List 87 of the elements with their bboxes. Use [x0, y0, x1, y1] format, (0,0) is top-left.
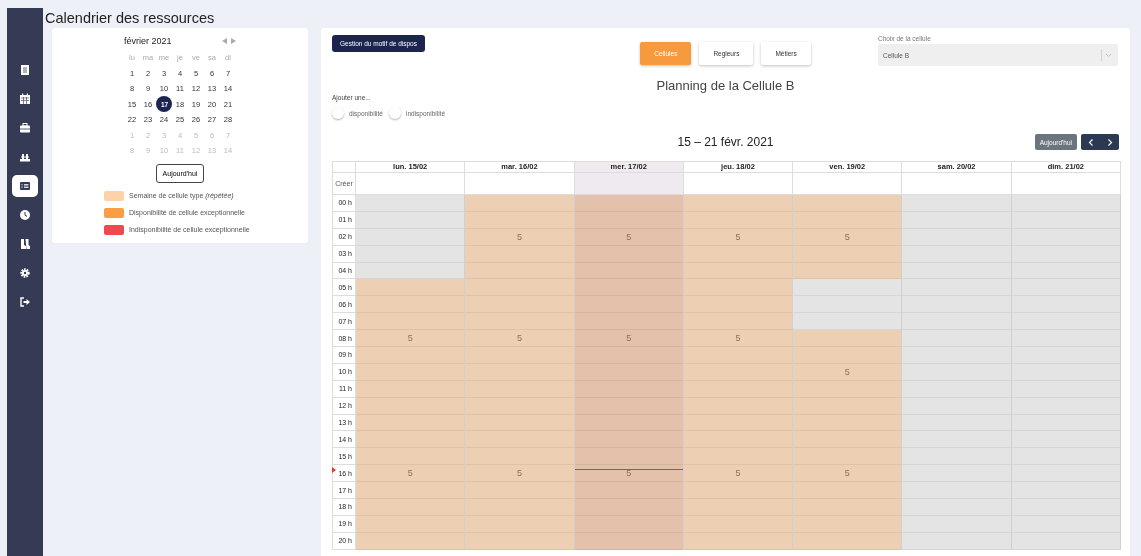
- time-slot[interactable]: [1011, 431, 1120, 449]
- time-slot[interactable]: [1011, 347, 1120, 364]
- time-slot[interactable]: [793, 448, 902, 466]
- receipt-icon: [19, 64, 31, 76]
- time-slot[interactable]: [465, 195, 574, 212]
- time-slot[interactable]: [793, 296, 902, 314]
- time-slot[interactable]: [683, 448, 793, 466]
- time-slot[interactable]: [356, 279, 465, 297]
- time-slot[interactable]: [465, 313, 574, 331]
- time-slot[interactable]: [902, 499, 1011, 516]
- list-icon: [19, 180, 31, 192]
- time-slot[interactable]: [356, 499, 465, 516]
- time-slot[interactable]: [902, 347, 1011, 364]
- sidebar-item[interactable]: [12, 175, 38, 197]
- time-slot[interactable]: [902, 279, 1011, 297]
- time-slot[interactable]: [1011, 448, 1120, 466]
- time-slot[interactable]: [356, 195, 465, 212]
- time-slot[interactable]: [356, 313, 465, 331]
- time-slot[interactable]: [465, 482, 574, 500]
- time-slot[interactable]: [683, 296, 793, 314]
- time-slot[interactable]: [1011, 195, 1120, 212]
- time-slot[interactable]: [793, 482, 902, 500]
- time-slot[interactable]: [1011, 499, 1120, 516]
- time-slot[interactable]: [793, 499, 902, 516]
- time-slot[interactable]: [683, 482, 793, 500]
- time-slot[interactable]: [683, 499, 793, 516]
- time-slot[interactable]: [574, 313, 683, 331]
- briefcase-icon: [19, 122, 31, 134]
- previous-month-icon[interactable]: [222, 38, 227, 44]
- time-slot[interactable]: [465, 431, 574, 449]
- time-slot[interactable]: [793, 195, 902, 212]
- time-slot[interactable]: [574, 499, 683, 516]
- time-slot[interactable]: [793, 330, 902, 347]
- next-month-icon[interactable]: [231, 38, 236, 44]
- chevron-down-icon: [1101, 49, 1113, 61]
- time-slot[interactable]: [683, 431, 793, 449]
- logout-icon: [19, 296, 31, 308]
- time-slot[interactable]: [1011, 313, 1120, 331]
- time-slot[interactable]: [1011, 465, 1120, 483]
- time-slot[interactable]: [356, 448, 465, 466]
- time-slot[interactable]: [574, 431, 683, 449]
- time-slot[interactable]: [902, 465, 1011, 483]
- time-slot[interactable]: [1011, 482, 1120, 500]
- chevron-left-icon: [1087, 138, 1094, 146]
- time-slot[interactable]: [465, 448, 574, 466]
- page-title: Calendrier des ressources: [45, 9, 216, 28]
- time-slot[interactable]: [356, 347, 465, 364]
- time-slot[interactable]: [793, 279, 902, 297]
- time-slot[interactable]: [574, 347, 683, 364]
- time-slot[interactable]: [574, 296, 683, 314]
- time-slot[interactable]: [1011, 330, 1120, 347]
- time-slot[interactable]: [683, 279, 793, 297]
- time-slot[interactable]: [574, 195, 683, 212]
- boots-icon: [19, 238, 31, 250]
- time-slot[interactable]: [683, 313, 793, 331]
- time-slot[interactable]: [683, 195, 793, 212]
- time-slot[interactable]: [465, 347, 574, 364]
- machine-icon: [19, 151, 31, 163]
- calendar-icon: [19, 93, 31, 105]
- date-range-title: 15 – 21 févr. 2021: [677, 135, 774, 149]
- time-slot[interactable]: [902, 448, 1011, 466]
- clock-icon: [19, 209, 31, 221]
- time-slot[interactable]: [465, 279, 574, 297]
- time-slot[interactable]: [1011, 279, 1120, 297]
- time-slot[interactable]: [793, 431, 902, 449]
- time-slot[interactable]: [793, 313, 902, 331]
- time-slot[interactable]: [902, 313, 1011, 331]
- time-slot[interactable]: [465, 499, 574, 516]
- time-slot[interactable]: [902, 330, 1011, 347]
- time-slot[interactable]: [1011, 296, 1120, 314]
- time-slot[interactable]: [574, 279, 683, 297]
- time-slot[interactable]: [356, 296, 465, 314]
- time-slot[interactable]: [356, 431, 465, 449]
- time-slot[interactable]: [574, 448, 683, 466]
- create-slot[interactable]: [574, 173, 684, 195]
- chevron-right-icon: [1106, 138, 1113, 146]
- time-slot[interactable]: [683, 347, 793, 364]
- settings-icon: [19, 267, 31, 279]
- time-slot[interactable]: [793, 347, 902, 364]
- time-slot[interactable]: [902, 195, 1011, 212]
- planning-title: Planning de la Cellule B: [655, 78, 796, 94]
- time-slot[interactable]: [465, 296, 574, 314]
- time-slot[interactable]: [902, 431, 1011, 449]
- time-slot[interactable]: [356, 482, 465, 500]
- time-slot[interactable]: [902, 482, 1011, 500]
- time-slot[interactable]: [574, 482, 683, 500]
- month-label: février 2021: [124, 36, 172, 46]
